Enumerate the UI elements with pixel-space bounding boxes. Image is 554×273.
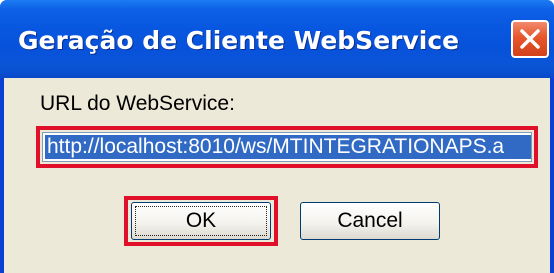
url-input[interactable]: http://localhost:8010/ws/MTINTEGRATIONAP… <box>42 132 532 162</box>
dialog-body: URL do WebService: http://localhost:8010… <box>4 78 550 273</box>
ok-button[interactable]: OK <box>131 202 271 240</box>
window-title: Geração de Cliente WebService <box>18 26 460 55</box>
close-button[interactable] <box>511 20 549 58</box>
url-input-value: http://localhost:8010/ws/MTINTEGRATIONAP… <box>45 135 531 159</box>
title-bar[interactable]: Geração de Cliente WebService <box>0 0 554 78</box>
cancel-button[interactable]: Cancel <box>300 202 440 240</box>
dialog-window: Geração de Cliente WebService URL do Web… <box>0 0 554 273</box>
url-label: URL do WebService: <box>40 92 235 115</box>
close-icon <box>520 29 540 49</box>
